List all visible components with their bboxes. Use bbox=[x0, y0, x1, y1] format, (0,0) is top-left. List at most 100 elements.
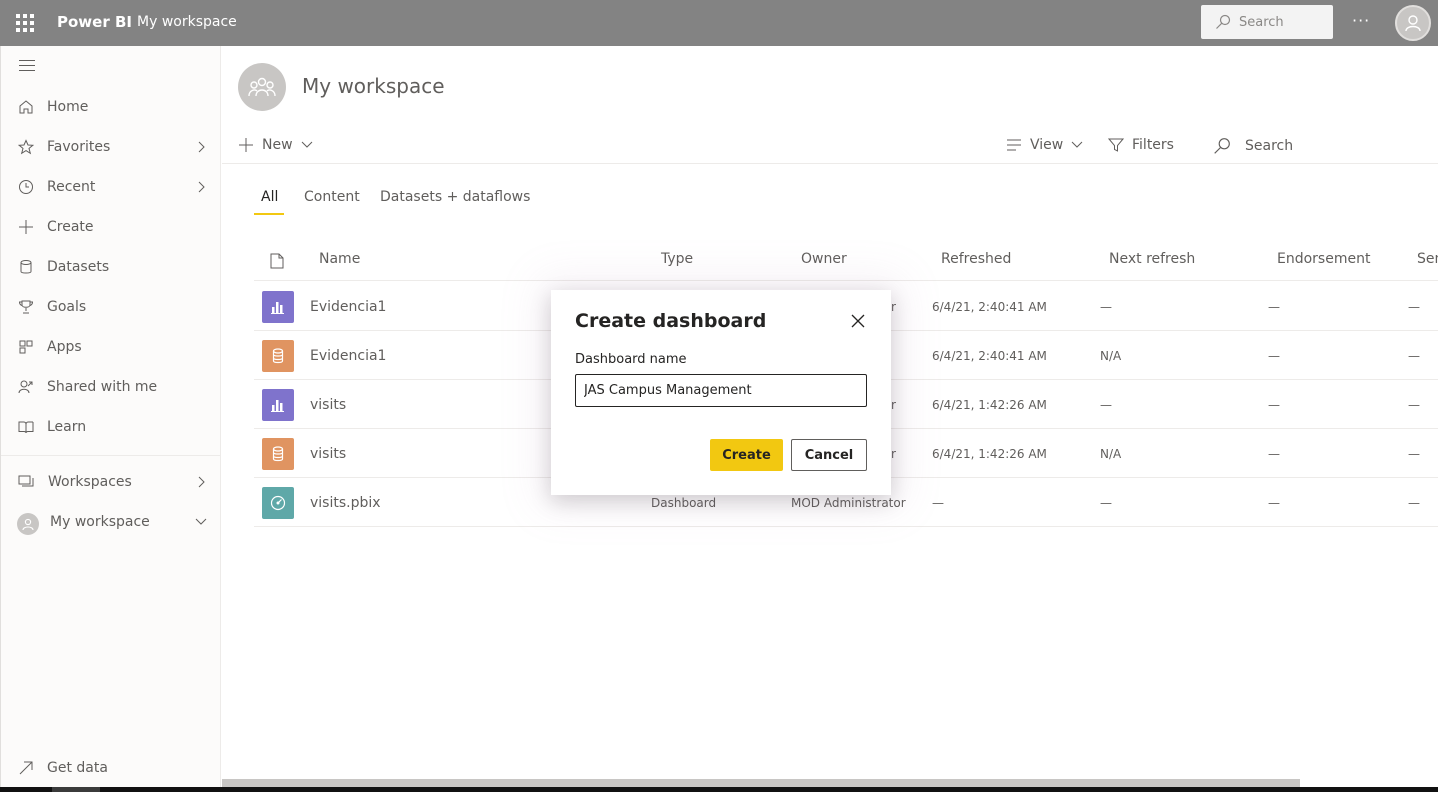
table-header: Name Type Owner Refreshed Next refresh E… bbox=[254, 236, 1438, 281]
chevron-right-icon bbox=[198, 141, 205, 153]
tab-content[interactable]: Content bbox=[304, 189, 360, 205]
item-refreshed: — bbox=[932, 496, 944, 510]
item-next-refresh: — bbox=[1100, 496, 1112, 510]
workspace-avatar bbox=[17, 513, 39, 535]
item-next-refresh: — bbox=[1100, 300, 1112, 314]
column-header-sensitivity[interactable]: Sen bbox=[1417, 251, 1438, 267]
item-owner: MOD Administrator bbox=[791, 496, 906, 510]
sidebar-item-apps[interactable]: Apps bbox=[1, 329, 221, 365]
create-button[interactable]: Create bbox=[710, 439, 783, 471]
search-placeholder: Search bbox=[1245, 138, 1294, 154]
item-type: Dashboard bbox=[651, 496, 717, 510]
content-search[interactable]: Search bbox=[1213, 137, 1293, 155]
tab-label: Content bbox=[304, 189, 360, 205]
item-refreshed: 6/4/21, 1:42:26 AM bbox=[932, 447, 1047, 461]
new-label: New bbox=[262, 137, 293, 153]
chevron-right-icon bbox=[198, 476, 205, 488]
column-header-name[interactable]: Name bbox=[319, 251, 360, 267]
column-header-owner[interactable]: Owner bbox=[801, 251, 847, 267]
group-icon bbox=[248, 77, 276, 97]
home-icon bbox=[19, 100, 33, 114]
report-icon bbox=[262, 389, 294, 421]
item-owner: r bbox=[891, 398, 896, 412]
sidebar-item-learn[interactable]: Learn bbox=[1, 409, 221, 445]
sidebar-item-label: My workspace bbox=[50, 514, 150, 530]
person-icon bbox=[22, 518, 34, 531]
shared-icon bbox=[18, 380, 33, 394]
sidebar-divider bbox=[1, 455, 221, 456]
sidebar-item-label: Home bbox=[47, 99, 89, 115]
global-search[interactable]: Search bbox=[1201, 5, 1333, 39]
item-sensitivity: — bbox=[1408, 300, 1420, 314]
item-refreshed: 6/4/21, 1:42:26 AM bbox=[932, 398, 1047, 412]
taskbar-item[interactable] bbox=[52, 787, 100, 792]
item-name[interactable]: visits.pbix bbox=[310, 495, 381, 511]
chevron-down-icon bbox=[301, 141, 312, 148]
hamburger-menu-icon[interactable] bbox=[19, 60, 35, 75]
book-icon bbox=[18, 421, 34, 434]
sidebar-item-favorites[interactable]: Favorites bbox=[1, 129, 221, 165]
item-name[interactable]: Evidencia1 bbox=[310, 299, 386, 315]
dashboard-icon bbox=[262, 487, 294, 519]
apps-icon bbox=[19, 340, 33, 354]
sidebar-item-recent[interactable]: Recent bbox=[1, 169, 221, 205]
new-button[interactable]: New bbox=[238, 137, 321, 153]
breadcrumb[interactable]: My workspace bbox=[137, 14, 237, 30]
view-lines-icon bbox=[1007, 139, 1021, 151]
sidebar-item-label: Recent bbox=[47, 179, 96, 195]
item-sensitivity: — bbox=[1408, 349, 1420, 363]
filters-button[interactable]: Filters bbox=[1108, 137, 1174, 153]
dashboard-name-label: Dashboard name bbox=[575, 352, 687, 367]
create-dashboard-dialog: Create dashboard Dashboard name Create C… bbox=[551, 290, 891, 495]
sidebar-item-label: Learn bbox=[47, 419, 87, 435]
more-options-icon[interactable]: ··· bbox=[1352, 11, 1370, 30]
sidebar-item-get-data[interactable]: Get data bbox=[1, 750, 221, 786]
brand-name[interactable]: Power BI bbox=[57, 13, 132, 31]
dashboard-name-input[interactable] bbox=[575, 374, 867, 407]
sidebar-item-my-workspace[interactable]: My workspace bbox=[1, 504, 221, 540]
column-header-endorsement[interactable]: Endorsement bbox=[1277, 251, 1370, 267]
search-placeholder: Search bbox=[1239, 14, 1284, 30]
item-sensitivity: — bbox=[1408, 398, 1420, 412]
sidebar-item-label: Workspaces bbox=[48, 474, 132, 490]
item-endorsement: — bbox=[1268, 300, 1280, 314]
sidebar-item-create[interactable]: Create bbox=[1, 209, 221, 245]
sidebar-item-label: Apps bbox=[47, 339, 82, 355]
sidebar-item-shared-with-me[interactable]: Shared with me bbox=[1, 369, 221, 405]
item-sensitivity: — bbox=[1408, 447, 1420, 461]
close-icon[interactable] bbox=[849, 312, 867, 330]
column-header-type[interactable]: Type bbox=[661, 251, 693, 267]
star-icon bbox=[18, 139, 34, 155]
column-header-next-refresh[interactable]: Next refresh bbox=[1109, 251, 1195, 267]
page-title: My workspace bbox=[302, 74, 445, 98]
item-next-refresh: — bbox=[1100, 398, 1112, 412]
search-icon bbox=[1216, 14, 1231, 29]
item-owner: r bbox=[891, 300, 896, 314]
item-name[interactable]: visits bbox=[310, 446, 346, 462]
tab-label: All bbox=[261, 189, 279, 205]
sidebar-item-workspaces[interactable]: Workspaces bbox=[1, 464, 221, 500]
item-endorsement: — bbox=[1268, 447, 1280, 461]
column-header-refreshed[interactable]: Refreshed bbox=[941, 251, 1011, 267]
cancel-button[interactable]: Cancel bbox=[791, 439, 867, 471]
user-avatar[interactable] bbox=[1395, 5, 1431, 41]
file-icon bbox=[270, 253, 284, 269]
item-sensitivity: — bbox=[1408, 496, 1420, 510]
sidebar-item-goals[interactable]: Goals bbox=[1, 289, 221, 325]
chevron-down-icon bbox=[195, 518, 207, 525]
tab-all[interactable]: All bbox=[261, 189, 278, 205]
cylinder-icon bbox=[20, 260, 32, 274]
view-button[interactable]: View bbox=[1006, 137, 1091, 153]
sidebar-item-label: Goals bbox=[47, 299, 87, 315]
app-launcher-icon[interactable] bbox=[16, 14, 34, 32]
item-name[interactable]: Evidencia1 bbox=[310, 348, 386, 364]
item-next-refresh: N/A bbox=[1100, 447, 1122, 461]
item-name[interactable]: visits bbox=[310, 397, 346, 413]
item-refreshed: 6/4/21, 2:40:41 AM bbox=[932, 349, 1047, 363]
horizontal-scrollbar[interactable] bbox=[222, 779, 1300, 787]
sidebar-item-datasets[interactable]: Datasets bbox=[1, 249, 221, 285]
filter-icon bbox=[1108, 138, 1124, 152]
tab-datasets-dataflows[interactable]: Datasets + dataflows bbox=[380, 189, 530, 205]
sidebar-item-home[interactable]: Home bbox=[1, 89, 221, 125]
item-endorsement: — bbox=[1268, 349, 1280, 363]
